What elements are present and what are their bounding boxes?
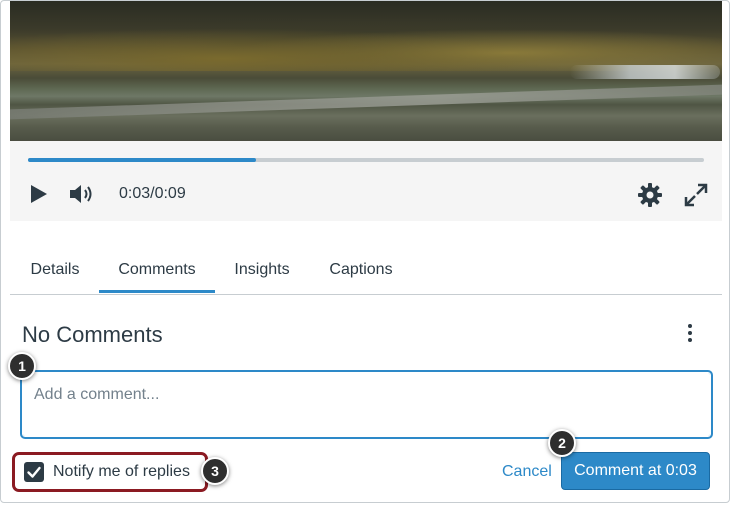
video-frame[interactable] (10, 1, 722, 141)
kebab-dot (688, 324, 692, 328)
fullscreen-button[interactable] (682, 181, 710, 209)
cancel-button[interactable]: Cancel (502, 463, 552, 481)
tab-bar: Details Comments Insights Captions (10, 246, 722, 295)
volume-icon (70, 185, 92, 203)
settings-button[interactable] (636, 181, 664, 209)
video-hillside (10, 11, 722, 71)
volume-button[interactable] (68, 182, 98, 206)
player-controls: 0:03/0:09 (10, 141, 722, 221)
gear-icon (638, 183, 662, 207)
tab-insights[interactable]: Insights (233, 246, 291, 293)
fullscreen-icon (684, 183, 708, 207)
comments-heading: No Comments (22, 322, 163, 347)
checkmark-icon (27, 466, 41, 478)
progress-bar[interactable] (28, 158, 704, 162)
notify-checkbox[interactable] (24, 462, 44, 482)
progress-fill (28, 158, 256, 162)
callout-marker-3: 3 (201, 457, 229, 485)
tab-comments[interactable]: Comments (99, 246, 215, 293)
play-icon (31, 185, 47, 203)
kebab-dot (688, 338, 692, 342)
notify-label: Notify me of replies (53, 463, 190, 480)
callout-marker-2: 2 (548, 429, 576, 457)
media-comments-panel: 0:03/0:09 Details Comments Insights Capt… (0, 0, 730, 503)
tab-details[interactable]: Details (30, 246, 80, 293)
kebab-dot (688, 331, 692, 335)
more-options-button[interactable] (681, 321, 699, 347)
time-display: 0:03/0:09 (119, 185, 186, 202)
comment-submit-button[interactable]: Comment at 0:03 (561, 452, 710, 490)
play-button[interactable] (28, 183, 50, 205)
comment-input[interactable] (20, 370, 713, 439)
tab-captions[interactable]: Captions (328, 246, 394, 293)
notify-highlight: Notify me of replies (12, 452, 208, 492)
callout-marker-1: 1 (8, 352, 36, 380)
video-road (10, 84, 722, 120)
video-water (570, 65, 720, 79)
